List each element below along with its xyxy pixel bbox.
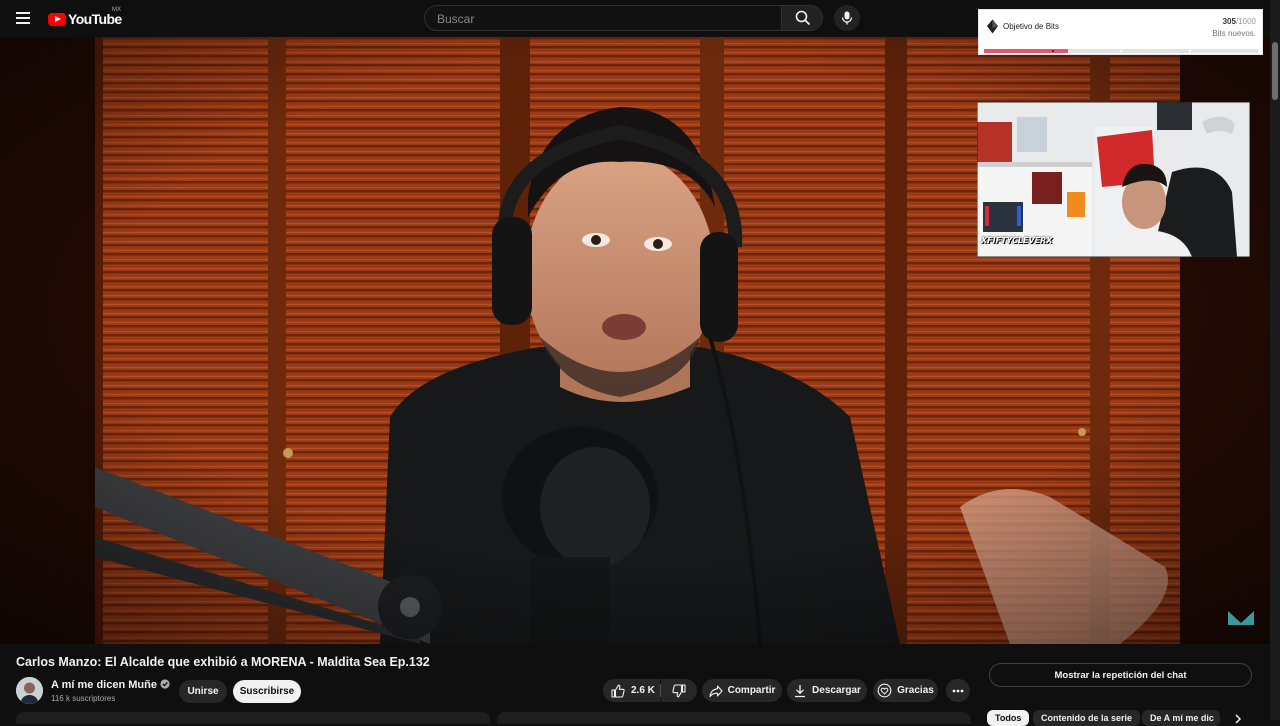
join-button[interactable]: Unirse [179, 680, 227, 703]
chip-label: Contenido de la serie [1041, 713, 1133, 723]
join-label: Unirse [187, 686, 219, 697]
bits-goal-current: 305 [1222, 17, 1236, 26]
chip-label: De A mí me dic [1150, 713, 1214, 723]
subscribe-button[interactable]: Suscribirse [233, 680, 301, 703]
dislike-button[interactable] [661, 679, 697, 702]
logo-text: YouTube [68, 11, 122, 27]
webcam-overlay: XFIFTYCLEVERX [977, 102, 1250, 257]
search-button[interactable] [781, 5, 823, 31]
download-button[interactable]: Descargar [787, 679, 867, 702]
channel-name-text: A mí me dicen Muñe [51, 679, 157, 691]
bits-goal-widget: Objetivo de Bits 305/1000 Bits nuevos. [978, 9, 1263, 55]
chevron-right-icon[interactable] [1234, 714, 1242, 724]
dislike-icon [672, 683, 686, 697]
download-icon [795, 684, 806, 697]
channel-avatar[interactable] [16, 677, 43, 704]
like-count: 2.6 K [631, 685, 655, 696]
verified-icon [160, 679, 170, 689]
bits-goal-count: 305/1000 [1223, 17, 1256, 26]
more-icon [952, 689, 964, 692]
bits-goal-total: /1000 [1235, 17, 1256, 26]
thanks-label: Gracias [897, 685, 934, 696]
bits-goal-progress-fill [984, 49, 1068, 53]
thanks-button[interactable]: Gracias [873, 679, 938, 702]
youtube-play-icon [48, 12, 66, 26]
search-input[interactable] [435, 11, 769, 27]
bits-goal-marker [1189, 50, 1191, 52]
more-actions-button[interactable] [946, 679, 970, 702]
search-icon [795, 10, 811, 26]
bits-goal-marker [1120, 50, 1122, 52]
thanks-icon [877, 683, 892, 698]
chip-all[interactable]: Todos [987, 710, 1030, 726]
avatar-image [16, 677, 43, 704]
subscriber-count: 116 k suscriptores [51, 694, 116, 703]
share-button[interactable]: Compartir [702, 679, 782, 702]
chip-series-content[interactable]: Contenido de la serie [1033, 710, 1141, 726]
video-player[interactable]: XFIFTYCLEVERX [0, 37, 1280, 644]
description-card[interactable] [16, 712, 490, 724]
webcam-frame [977, 102, 1250, 257]
menu-icon[interactable] [14, 10, 34, 26]
subscribe-label: Suscribirse [239, 686, 295, 697]
mic-icon [841, 11, 853, 25]
like-button[interactable]: 2.6 K [603, 679, 660, 702]
download-label: Descargar [812, 685, 861, 696]
chat-replay-label: Mostrar la repetición del chat [1054, 669, 1187, 681]
comments-card[interactable] [497, 712, 971, 724]
bits-goal-progress [984, 49, 1258, 53]
like-icon [611, 684, 625, 698]
channel-name[interactable]: A mí me dicen Muñe [51, 679, 170, 691]
chip-label: Todos [995, 713, 1022, 723]
share-icon [709, 684, 723, 697]
bits-goal-subtitle: Bits nuevos. [1212, 29, 1256, 38]
diamond-icon [987, 19, 998, 34]
video-title: Carlos Manzo: El Alcalde que exhibió a M… [16, 655, 430, 669]
chip-from-channel[interactable]: De A mí me dic [1142, 710, 1220, 726]
bits-goal-label: Objetivo de Bits [1003, 22, 1060, 31]
page-scrollbar[interactable] [1270, 0, 1280, 720]
search-box [424, 5, 782, 31]
voice-search-button[interactable] [834, 5, 860, 31]
youtube-logo[interactable]: YouTube MX [48, 7, 122, 29]
webcam-tag: XFIFTYCLEVERX [981, 236, 1053, 245]
logo-region: MX [112, 7, 121, 13]
page-scrollbar-thumb[interactable] [1272, 42, 1278, 100]
share-label: Compartir [727, 685, 776, 696]
show-chat-replay-button[interactable]: Mostrar la repetición del chat [989, 663, 1252, 687]
bits-goal-marker [1052, 50, 1054, 52]
